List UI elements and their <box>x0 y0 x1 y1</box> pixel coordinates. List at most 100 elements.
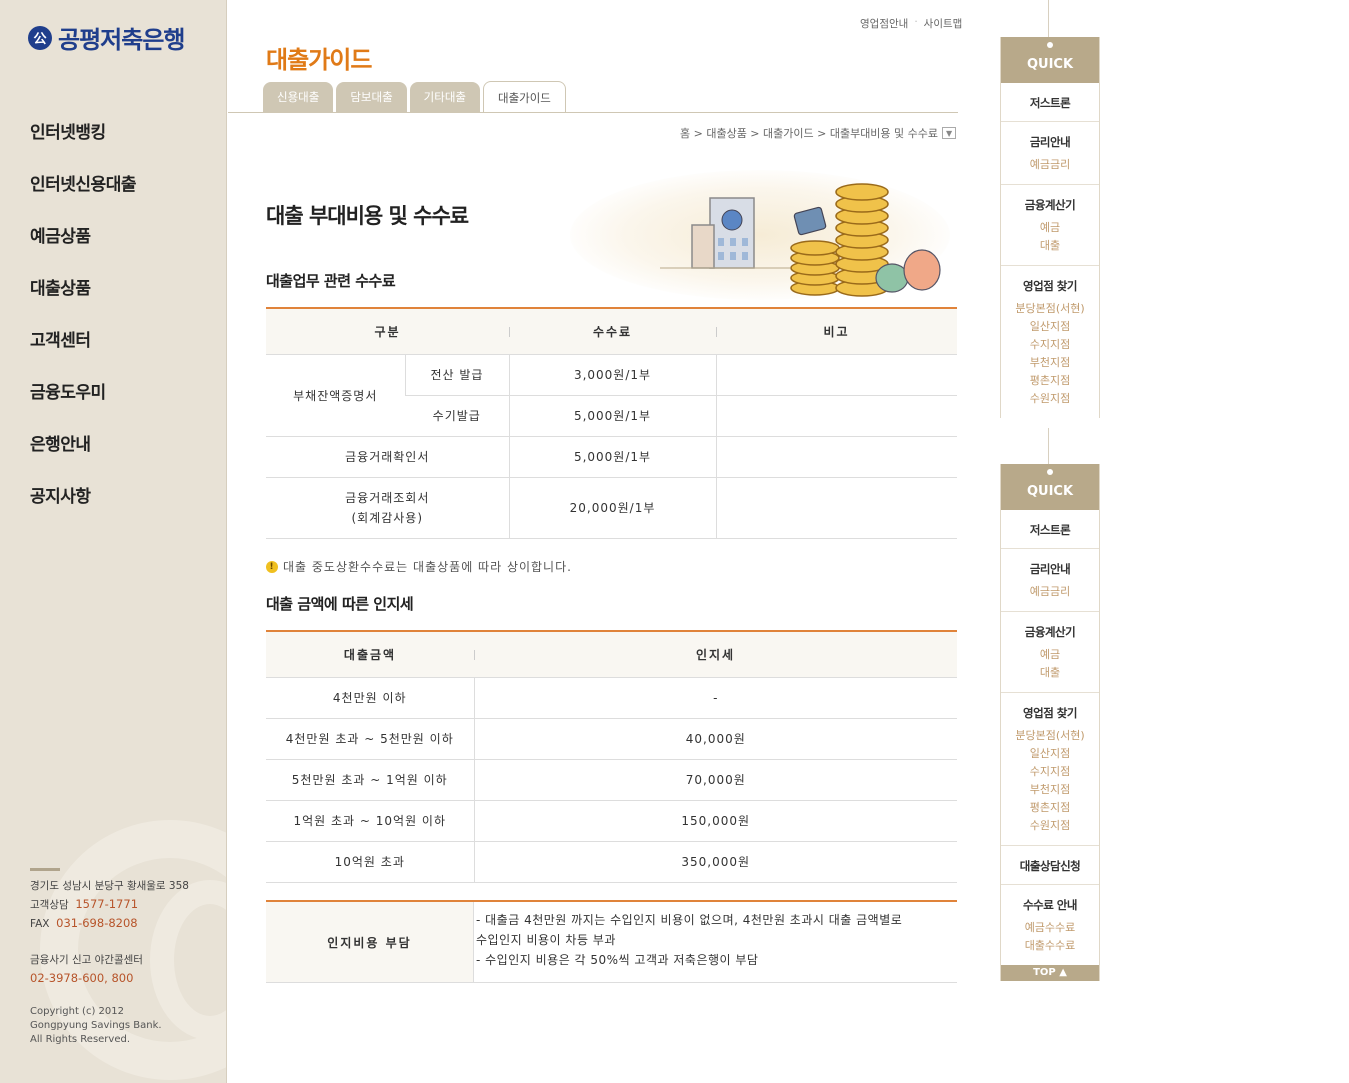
nav-item-bank-info[interactable]: 은행안내 <box>30 430 136 482</box>
coins-building-illustration <box>540 170 958 310</box>
table-cell-tax: 70,000원 <box>473 759 957 801</box>
table-header-fee: 수수료 <box>509 307 716 355</box>
quick-link-deposit-calc[interactable]: 예금 <box>1001 219 1099 237</box>
quick-item-title[interactable]: 금리안내 <box>1001 561 1099 577</box>
quick-link-branch[interactable]: 수지지점 <box>1001 336 1099 354</box>
quick-link-deposit-fee[interactable]: 예금수수료 <box>1001 919 1099 937</box>
quick-link-branch[interactable]: 평촌지점 <box>1001 799 1099 817</box>
quick-link-deposit-rate[interactable]: 예금금리 <box>1001 156 1099 174</box>
quick-link-branch[interactable]: 분당본점(서현) <box>1001 727 1099 745</box>
quick-item-title[interactable]: 금융계산기 <box>1001 624 1099 640</box>
quick-header: QUICK <box>1001 464 1099 510</box>
table-cell-item: 전산 발급 <box>404 354 509 396</box>
stamp-tax-table: 대출금액 인지세 4천만원 이하 - 4천만원 초과 ~ 5천만원 이하 40,00… <box>266 630 957 883</box>
quick-panel-1: QUICK 저스트론 금리안내 예금금리 금융계산기 예금 대출 영업점 찾기 … <box>1000 37 1100 418</box>
copyright-line-3: All Rights Reserved. <box>30 1034 131 1045</box>
quick-item-just-loan[interactable]: 저스트론 <box>1001 510 1099 549</box>
footer-fax-label: FAX <box>30 918 50 930</box>
logo-text: 공평저축은행 <box>58 25 185 54</box>
quick-item-title[interactable]: 수수료 안내 <box>1001 897 1099 913</box>
table-header-stamp-tax: 인지세 <box>474 630 957 678</box>
quick-link-loan-calc[interactable]: 대출 <box>1001 237 1099 255</box>
quick-link-loan-fee[interactable]: 대출수수료 <box>1001 937 1099 955</box>
nav-item-financial-helper[interactable]: 금융도우미 <box>30 378 136 430</box>
stamp-burden-line: - 대출금 4천만원 까지는 수입인지 비용이 없으며, 4천만원 초과시 대출… <box>476 913 903 927</box>
quick-item-fees: 수수료 안내 예금수수료 대출수수료 <box>1001 885 1099 965</box>
table-cell-fee: 5,000원/1부 <box>508 436 716 478</box>
quick-item-title[interactable]: 저스트론 <box>1001 522 1099 538</box>
table-cell-note <box>715 436 957 478</box>
footer-phone-label: 고객상담 <box>30 899 69 911</box>
stamp-burden-label: 인지비용 부담 <box>266 902 474 982</box>
table-cell-amount: 4천만원 이하 <box>266 677 474 719</box>
nav-item-deposit-products[interactable]: 예금상품 <box>30 222 136 274</box>
quick-panel-2: QUICK 저스트론 금리안내 예금금리 금융계산기 예금 대출 영업점 찾기 … <box>1000 464 1100 981</box>
quick-link-loan-calc[interactable]: 대출 <box>1001 664 1099 682</box>
quick-item-title[interactable]: 영업점 찾기 <box>1001 705 1099 721</box>
nav-item-internet-banking[interactable]: 인터넷뱅킹 <box>30 118 136 170</box>
quick-item-title[interactable]: 저스트론 <box>1001 95 1099 111</box>
logo[interactable]: 公 공평저축은행 <box>28 20 185 55</box>
util-sitemap-link[interactable]: 사이트맵 <box>924 16 963 31</box>
quick-link-branch[interactable]: 수원지점 <box>1001 390 1099 408</box>
footer-fraud-phone: 02-3978-600, 800 <box>30 971 134 985</box>
util-branch-info-link[interactable]: 영업점안내 <box>860 16 908 31</box>
footer-fax: 031-698-8208 <box>56 916 138 930</box>
quick-item-branches: 영업점 찾기 분당본점(서현) 일산지점 수지지점 부천지점 평촌지점 수원지점 <box>1001 266 1099 418</box>
table-cell-note <box>715 354 957 396</box>
quick-link-deposit-rate[interactable]: 예금금리 <box>1001 583 1099 601</box>
stamp-burden-line: - 수입인지 비용은 각 50%씩 고객과 저축은행이 부담 <box>476 953 759 967</box>
table-cell-fee: 20,000원/1부 <box>508 477 716 539</box>
table-header-category: 구분 <box>266 307 509 355</box>
table-cell-amount: 1억원 초과 ~ 10억원 이하 <box>266 800 474 842</box>
table-cell-tax: 150,000원 <box>473 800 957 842</box>
tab-other-loan[interactable]: 기타대출 <box>409 82 480 112</box>
quick-item-rates: 금리안내 예금금리 <box>1001 549 1099 612</box>
nav-item-customer-center[interactable]: 고객센터 <box>30 326 136 378</box>
footer-divider <box>30 868 60 871</box>
table-cell-group: 부채잔액증명서 <box>266 354 405 437</box>
tab-credit-loan[interactable]: 신용대출 <box>263 82 334 112</box>
quick-link-branch[interactable]: 분당본점(서현) <box>1001 300 1099 318</box>
quick-link-branch[interactable]: 부천지점 <box>1001 781 1099 799</box>
table-row: 4천만원 초과 ~ 5천만원 이하 40,000원 <box>266 718 957 760</box>
nav-item-internet-credit-loan[interactable]: 인터넷신용대출 <box>30 170 136 222</box>
footer-phone-row: 고객상담 1577-1771 <box>30 895 189 914</box>
quick-item-loan-consult[interactable]: 대출상담신청 <box>1001 846 1099 885</box>
tab-secured-loan[interactable]: 담보대출 <box>336 82 407 112</box>
main-nav: 인터넷뱅킹 인터넷신용대출 예금상품 대출상품 고객센터 금융도우미 은행안내 … <box>30 118 136 534</box>
quick-item-title[interactable]: 금융계산기 <box>1001 197 1099 213</box>
quick-item-title[interactable]: 금리안내 <box>1001 134 1099 150</box>
quick-item-just-loan[interactable]: 저스트론 <box>1001 83 1099 122</box>
quick-link-branch[interactable]: 부천지점 <box>1001 354 1099 372</box>
table-header-stamp-tax-label: 인지세 <box>695 647 736 662</box>
table-cell-item-line1: 금융거래조회서 <box>345 490 430 505</box>
quick-link-branch[interactable]: 수원지점 <box>1001 817 1099 835</box>
table-header-row: 구분 수수료 비고 <box>266 307 957 355</box>
quick-item-rates: 금리안내 예금금리 <box>1001 122 1099 185</box>
table-cell-fee: 3,000원/1부 <box>508 354 716 396</box>
quick-item-title[interactable]: 대출상담신청 <box>1001 858 1099 874</box>
quick-item-calculator: 금융계산기 예금 대출 <box>1001 612 1099 693</box>
table-header-fee-label: 수수료 <box>592 324 633 339</box>
table-header-note-label: 비고 <box>823 324 850 339</box>
quick-link-branch[interactable]: 일산지점 <box>1001 318 1099 336</box>
tab-loan-guide[interactable]: 대출가이드 <box>482 81 566 113</box>
table-cell-tax: 350,000원 <box>473 841 957 883</box>
quick-link-deposit-calc[interactable]: 예금 <box>1001 646 1099 664</box>
breadcrumb-text[interactable]: 홈 > 대출상품 > 대출가이드 > 대출부대비용 및 수수료 <box>680 125 938 141</box>
quick-link-branch[interactable]: 일산지점 <box>1001 745 1099 763</box>
quick-link-branch[interactable]: 평촌지점 <box>1001 372 1099 390</box>
breadcrumb-dropdown-icon[interactable]: ▼ <box>942 127 957 139</box>
table-row: 금융거래조회서 (회계감사용) 20,000원/1부 <box>266 477 957 539</box>
nav-item-loan-products[interactable]: 대출상품 <box>30 274 136 326</box>
tab-bar: 신용대출 담보대출 기타대출 대출가이드 <box>263 81 566 113</box>
nav-item-notices[interactable]: 공지사항 <box>30 482 136 534</box>
fee-section-title: 대출업무 관련 수수료 <box>266 272 396 290</box>
quick-link-branch[interactable]: 수지지점 <box>1001 763 1099 781</box>
quick-item-branches: 영업점 찾기 분당본점(서현) 일산지점 수지지점 부천지점 평촌지점 수원지점 <box>1001 693 1099 846</box>
table-header-row: 대출금액 인지세 <box>266 630 957 678</box>
scroll-top-button[interactable]: TOP ▲ <box>1001 965 1099 981</box>
footer-phone: 1577-1771 <box>75 897 139 911</box>
quick-item-title[interactable]: 영업점 찾기 <box>1001 278 1099 294</box>
